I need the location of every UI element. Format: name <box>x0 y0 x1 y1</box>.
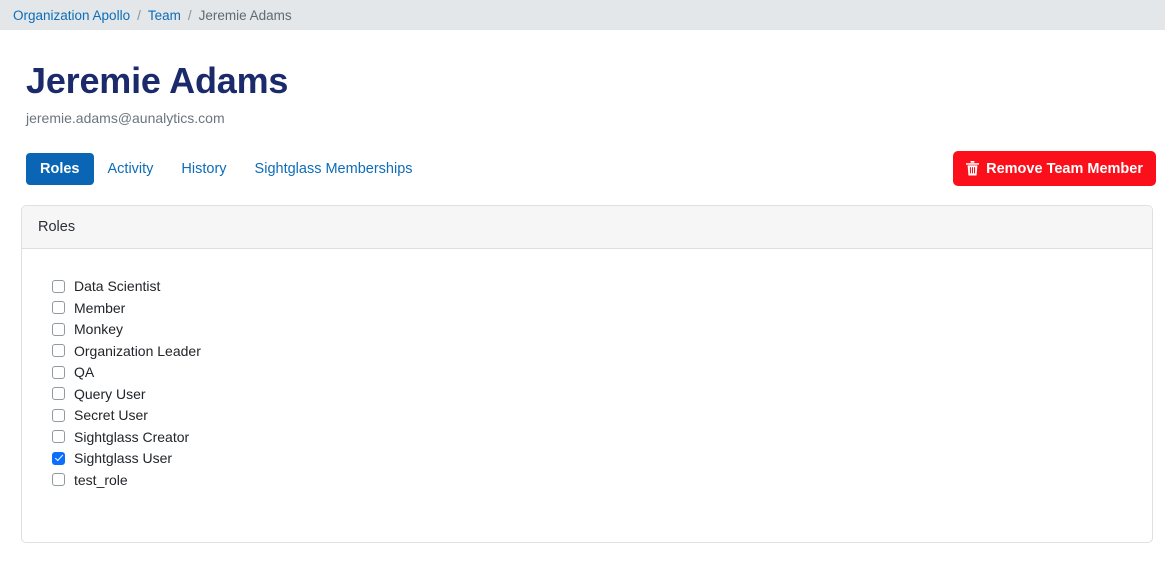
remove-team-member-button[interactable]: Remove Team Member <box>953 151 1156 187</box>
tab-roles[interactable]: Roles <box>26 152 94 186</box>
page-header: Jeremie Adams jeremie.adams@aunalytics.c… <box>0 30 1165 126</box>
role-row: QA <box>52 362 1152 383</box>
breadcrumb-separator: / <box>187 7 192 23</box>
role-row: Secret User <box>52 405 1152 426</box>
role-label[interactable]: Monkey <box>74 322 123 336</box>
role-checkbox-sightglass-creator[interactable] <box>52 430 65 444</box>
role-label[interactable]: Member <box>74 301 125 315</box>
role-checkbox-monkey[interactable] <box>52 322 65 336</box>
roles-list: Data Scientist Member Monkey Organizatio… <box>22 249 1152 491</box>
roles-card-title: Roles <box>38 218 76 235</box>
user-email: jeremie.adams@aunalytics.com <box>26 109 225 126</box>
role-row: Member <box>52 297 1152 318</box>
breadcrumb-item-team[interactable]: Team <box>148 8 181 23</box>
role-checkbox-organization-leader[interactable] <box>52 344 65 358</box>
role-checkbox-test-role[interactable] <box>52 473 65 487</box>
role-row: Monkey <box>52 319 1152 340</box>
breadcrumb: Organization Apollo / Team / Jeremie Ada… <box>0 0 1165 30</box>
role-row: Query User <box>52 383 1152 404</box>
page-title: Jeremie Adams <box>26 60 289 101</box>
remove-team-member-label: Remove Team Member <box>986 160 1143 177</box>
role-row: Sightglass User <box>52 448 1152 469</box>
role-checkbox-sightglass-user[interactable] <box>52 451 65 465</box>
role-label[interactable]: Organization Leader <box>74 344 201 358</box>
role-checkbox-qa[interactable] <box>52 365 65 379</box>
role-checkbox-data-scientist[interactable] <box>52 279 65 293</box>
role-label[interactable]: Sightglass User <box>74 451 172 465</box>
role-label[interactable]: Sightglass Creator <box>74 430 189 444</box>
role-label[interactable]: test_role <box>74 473 128 487</box>
role-checkbox-member[interactable] <box>52 301 65 315</box>
tab-history[interactable]: History <box>167 153 240 186</box>
trash-icon <box>966 161 980 176</box>
role-row: Sightglass Creator <box>52 426 1152 447</box>
role-label[interactable]: QA <box>74 365 94 379</box>
role-label[interactable]: Secret User <box>74 408 148 422</box>
role-row: test_role <box>52 469 1152 490</box>
breadcrumb-item-current: Jeremie Adams <box>198 7 292 23</box>
tab-bar: Roles Activity History Sightglass Member… <box>0 151 1165 187</box>
tab-sightglass-memberships[interactable]: Sightglass Memberships <box>241 153 427 186</box>
role-checkbox-query-user[interactable] <box>52 387 65 401</box>
role-label[interactable]: Data Scientist <box>74 279 160 293</box>
role-row: Organization Leader <box>52 340 1152 361</box>
role-checkbox-secret-user[interactable] <box>52 408 65 422</box>
tab-activity[interactable]: Activity <box>94 153 168 186</box>
breadcrumb-item-organization[interactable]: Organization Apollo <box>13 8 130 23</box>
roles-card-header: Roles <box>22 205 1152 249</box>
role-label[interactable]: Query User <box>74 387 146 401</box>
role-row: Data Scientist <box>52 276 1152 297</box>
roles-card: Roles Data Scientist Member Monkey Organ… <box>21 204 1153 543</box>
breadcrumb-separator: / <box>137 7 141 23</box>
